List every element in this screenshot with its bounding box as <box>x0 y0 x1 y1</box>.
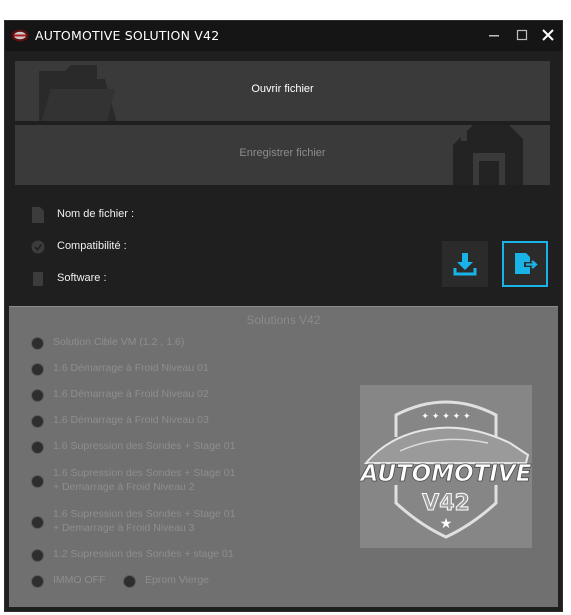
chip-icon <box>33 272 43 286</box>
solution-label: 1.6 Démarrage à Froid Niveau 01 <box>53 362 209 374</box>
logo-word: AUTOMOTIVE <box>360 461 532 487</box>
radio-button[interactable] <box>31 363 44 376</box>
solutions-title: Solutions V42 <box>246 313 321 327</box>
radio-button[interactable] <box>31 337 44 350</box>
radio-button[interactable] <box>31 475 44 488</box>
solution-label: 1.6 Supression des Sondes + Stage 01 <box>53 440 236 452</box>
compatibility-row: Compatibilité : <box>31 239 331 257</box>
export-exit-button[interactable] <box>502 241 548 287</box>
solution-label-line2: + Demarrage à Froid Niveau 2 <box>53 481 195 493</box>
save-file-label: Enregistrer fichier <box>239 147 326 159</box>
compatibility-label: Compatibilité : <box>57 240 127 252</box>
solution-label-line2: + Demarrage à Froid Niveau 3 <box>53 522 195 534</box>
solution-label: 1.6 Supression des Sondes + Stage 01 <box>53 508 236 520</box>
app-logo-icon <box>11 29 29 42</box>
automotive-logo: ✦ ✦ ✦ ✦ ✦ AUTOMOTIVE V42 ★ <box>358 385 532 548</box>
filename-row: Nom de fichier : <box>31 207 331 225</box>
download-icon <box>453 253 477 276</box>
document-icon <box>32 207 44 223</box>
solutions-panel: Solutions V42 Solution Cible VM (1.2 , 1… <box>9 306 558 607</box>
app-window: AUTOMOTIVE SOLUTION V42 Ouvrir fichier E… <box>4 20 563 612</box>
radio-button[interactable] <box>31 389 44 402</box>
eprom-vierge-label: Eprom Vierge <box>145 574 210 586</box>
svg-text:★: ★ <box>440 516 453 532</box>
svg-text:✦ ✦ ✦ ✦ ✦: ✦ ✦ ✦ ✦ ✦ <box>421 412 471 422</box>
radio-button[interactable] <box>31 549 44 562</box>
save-file-button[interactable]: Enregistrer fichier <box>15 125 550 185</box>
radio-button[interactable] <box>31 516 44 529</box>
title-bar[interactable]: AUTOMOTIVE SOLUTION V42 <box>5 21 562 51</box>
maximize-icon[interactable] <box>513 27 531 43</box>
radio-button[interactable] <box>31 415 44 428</box>
solution-label: 1.6 Démarrage à Froid Niveau 03 <box>53 414 209 426</box>
solution-label: 1.2 Supression des Sondes + stage 01 <box>53 548 234 560</box>
solution-label: 1.6 Démarrage à Froid Niveau 02 <box>53 388 209 400</box>
filename-label: Nom de fichier : <box>57 208 135 220</box>
radio-button[interactable] <box>31 575 44 588</box>
close-icon[interactable] <box>539 27 557 43</box>
check-circle-icon <box>31 240 45 254</box>
open-file-button[interactable]: Ouvrir fichier <box>15 61 550 121</box>
minimize-icon[interactable] <box>485 27 503 43</box>
download-button[interactable] <box>442 241 488 287</box>
window-title: AUTOMOTIVE SOLUTION V42 <box>35 28 220 43</box>
radio-button[interactable] <box>31 441 44 454</box>
immo-off-label: IMMO OFF <box>53 574 106 586</box>
software-row: Software : <box>31 271 331 289</box>
file-export-icon <box>515 253 538 274</box>
solution-label: Solution Cible VM (1.2 , 1.6) <box>53 336 185 348</box>
automotive-logo-graphic: ✦ ✦ ✦ ✦ ✦ AUTOMOTIVE V42 ★ <box>358 400 532 539</box>
software-label: Software : <box>57 272 107 284</box>
radio-button[interactable] <box>123 575 136 588</box>
solution-label: 1.6 Supression des Sondes + Stage 01 <box>53 467 236 479</box>
logo-version: V42 <box>422 491 470 516</box>
open-file-label: Ouvrir fichier <box>251 83 314 95</box>
